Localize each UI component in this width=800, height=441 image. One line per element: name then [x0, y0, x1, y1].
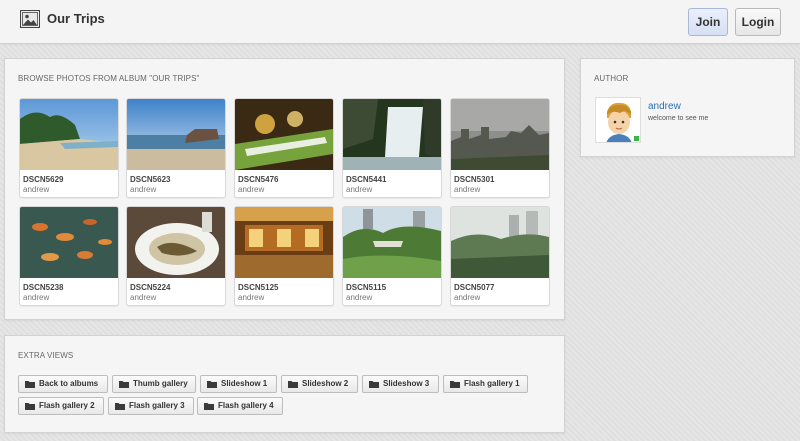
button-label: Flash gallery 2	[39, 401, 95, 410]
photo-owner: andrew	[130, 293, 157, 302]
thumb-gallery-button[interactable]: Thumb gallery	[112, 375, 196, 393]
top-bar: Our Trips Join Login	[0, 0, 800, 44]
button-label: Flash gallery 3	[129, 401, 185, 410]
photo-title: DSCN5077	[454, 283, 495, 292]
photo-thumbnail	[235, 207, 333, 278]
album-photos-panel: BROWSE PHOTOS FROM ALBUM "OUR TRIPS" DSC…	[4, 58, 565, 320]
photo-thumbnail	[451, 99, 549, 170]
button-label: Flash gallery 1	[464, 379, 520, 388]
photo-card[interactable]: DSCN5224 andrew	[126, 206, 226, 306]
picture-icon	[20, 10, 40, 28]
folder-icon	[115, 403, 125, 410]
page-title: Our Trips	[47, 11, 105, 26]
button-label: Slideshow 2	[302, 379, 349, 388]
photo-owner: andrew	[23, 185, 50, 194]
photo-title: DSCN5301	[454, 175, 495, 184]
photo-owner: andrew	[238, 293, 265, 302]
author-status: welcome to see me	[648, 115, 709, 122]
photo-thumbnail	[343, 207, 441, 278]
folder-icon	[207, 381, 217, 388]
photo-card[interactable]: DSCN5476 andrew	[234, 98, 334, 198]
photo-thumbnail	[451, 207, 549, 278]
flash-gallery-2-button[interactable]: Flash gallery 2	[18, 397, 104, 415]
online-status-indicator	[634, 136, 639, 141]
extra-views-heading: EXTRA VIEWS	[18, 351, 74, 360]
button-label: Slideshow 3	[383, 379, 430, 388]
button-label: Slideshow 1	[221, 379, 268, 388]
photo-thumbnail	[20, 207, 118, 278]
extra-views-panel: EXTRA VIEWS Back to albums Thumb gallery…	[4, 335, 565, 433]
photo-card[interactable]: DSCN5125 andrew	[234, 206, 334, 306]
photo-owner: andrew	[346, 293, 373, 302]
photo-card[interactable]: DSCN5077 andrew	[450, 206, 550, 306]
folder-icon	[369, 381, 379, 388]
photo-thumbnail	[343, 99, 441, 170]
photo-thumbnail	[127, 99, 225, 170]
folder-icon	[204, 403, 214, 410]
flash-gallery-1-button[interactable]: Flash gallery 1	[443, 375, 528, 393]
author-name-link[interactable]: andrew	[648, 101, 681, 112]
folder-icon	[450, 381, 460, 388]
photo-thumbnail	[127, 207, 225, 278]
photo-title: DSCN5629	[23, 175, 64, 184]
button-label: Back to albums	[39, 379, 99, 388]
login-button[interactable]: Login	[735, 8, 781, 36]
folder-icon	[119, 381, 129, 388]
photo-title: DSCN5115	[346, 283, 387, 292]
photo-owner: andrew	[454, 185, 481, 194]
photo-title: DSCN5476	[238, 175, 279, 184]
photo-card[interactable]: DSCN5629 andrew	[19, 98, 119, 198]
back-to-albums-button[interactable]: Back to albums	[18, 375, 108, 393]
flash-gallery-3-button[interactable]: Flash gallery 3	[108, 397, 194, 415]
photo-title: DSCN5238	[23, 283, 64, 292]
photo-card[interactable]: DSCN5238 andrew	[19, 206, 119, 306]
photo-title: DSCN5441	[346, 175, 387, 184]
flash-gallery-4-button[interactable]: Flash gallery 4	[197, 397, 283, 415]
photo-owner: andrew	[454, 293, 481, 302]
photo-thumbnail	[20, 99, 118, 170]
slideshow-3-button[interactable]: Slideshow 3	[362, 375, 439, 393]
photo-card[interactable]: DSCN5441 andrew	[342, 98, 442, 198]
photo-owner: andrew	[130, 185, 157, 194]
folder-icon	[288, 381, 298, 388]
author-heading: AUTHOR	[594, 74, 629, 83]
photo-card[interactable]: DSCN5623 andrew	[126, 98, 226, 198]
button-label: Thumb gallery	[133, 379, 188, 388]
folder-icon	[25, 381, 35, 388]
avatar[interactable]	[595, 97, 641, 143]
photo-title: DSCN5623	[130, 175, 171, 184]
button-label: Flash gallery 4	[218, 401, 274, 410]
photo-title: DSCN5224	[130, 283, 171, 292]
photo-card[interactable]: DSCN5301 andrew	[450, 98, 550, 198]
photo-title: DSCN5125	[238, 283, 279, 292]
photo-card[interactable]: DSCN5115 andrew	[342, 206, 442, 306]
album-heading: BROWSE PHOTOS FROM ALBUM "OUR TRIPS"	[18, 74, 200, 83]
author-panel: AUTHOR andrew welcome to see me	[580, 58, 795, 157]
photo-owner: andrew	[346, 185, 373, 194]
slideshow-1-button[interactable]: Slideshow 1	[200, 375, 277, 393]
photo-thumbnail	[235, 99, 333, 170]
slideshow-2-button[interactable]: Slideshow 2	[281, 375, 358, 393]
photo-owner: andrew	[23, 293, 50, 302]
photo-owner: andrew	[238, 185, 265, 194]
join-button[interactable]: Join	[688, 8, 728, 36]
folder-icon	[25, 403, 35, 410]
